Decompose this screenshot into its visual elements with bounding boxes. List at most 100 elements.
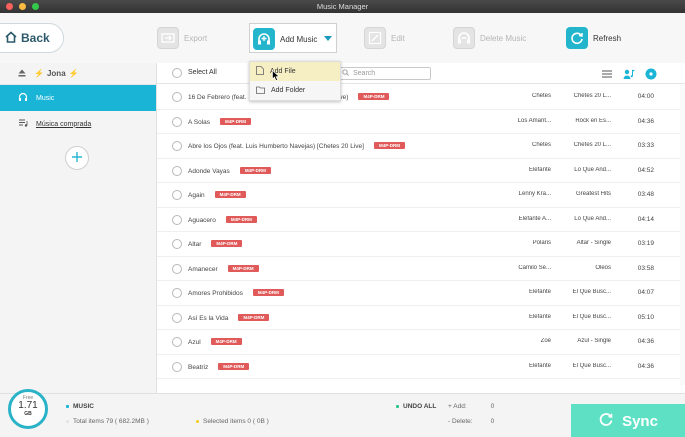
drm-badge: M4P-DRM	[214, 191, 246, 198]
edit-button[interactable]: Edit	[364, 13, 405, 63]
song-duration: 03:48	[637, 191, 654, 198]
sync-label: Sync	[622, 412, 658, 430]
chevron-down-icon[interactable]	[324, 36, 332, 41]
add-music-dropdown: Add File Add Folder	[249, 61, 341, 101]
add-playlist-button[interactable]	[65, 146, 89, 170]
song-artist: Elefante	[528, 289, 551, 295]
drm-badge: M4P-DRM	[252, 289, 284, 296]
headphones-icon	[18, 92, 28, 104]
song-duration: 04:36	[637, 338, 654, 345]
song-album: Lo Que And...	[574, 215, 611, 222]
song-title: Así Es la Vida M4P-DRM	[188, 313, 270, 322]
song-duration: 04:07	[637, 289, 654, 296]
list-scrollbar[interactable]	[680, 85, 685, 385]
storage-free-value: 1.71	[18, 400, 38, 411]
song-album: Lo Que And...	[574, 166, 611, 173]
refresh-label: Refresh	[593, 33, 622, 43]
row-checkbox[interactable]	[172, 141, 182, 151]
status-bar: Free 1.71 GB MUSIC Total items 79 ( 682.…	[0, 389, 685, 437]
delete-music-button[interactable]: Delete Music	[453, 13, 526, 63]
sidebar-item-purchased-music[interactable]: Música comprada	[0, 111, 156, 137]
song-title: Beatriz M4P-DRM	[188, 362, 250, 371]
lightning-icon: ⚡	[34, 69, 44, 78]
sidebar: ⚡ Jona ⚡ Music Música comprada	[0, 63, 157, 393]
song-list: 16 De Febrero (feat. live) M4P-DRM Chetes …	[157, 85, 685, 379]
song-artist: Elefante	[528, 166, 551, 173]
table-row[interactable]: Así Es la Vida M4P-DRM Elefante El Que Bu…	[157, 306, 685, 330]
row-checkbox[interactable]	[172, 165, 182, 176]
table-row[interactable]: Adonde Vayas M4P-DRM Elefante Lo Que And.…	[157, 159, 685, 183]
song-album: Chetes 20 L...	[573, 93, 611, 99]
delete-count: - Delete: 0	[448, 418, 495, 425]
export-icon	[157, 27, 179, 49]
row-checkbox[interactable]	[172, 239, 182, 249]
song-duration: 04:14	[637, 215, 654, 223]
total-dot	[66, 420, 69, 423]
table-row[interactable]: Abre los Ojos (feat. Luis Humberto Navej…	[157, 134, 685, 159]
song-album: El Que Busc...	[572, 362, 611, 369]
select-all-checkbox[interactable]	[172, 68, 182, 78]
song-duration: 03:19	[637, 240, 654, 247]
row-checkbox[interactable]	[172, 190, 182, 200]
search-input[interactable]: Search	[335, 67, 431, 80]
headphones-minus-icon	[453, 27, 475, 49]
drm-badge: M4P-DRM	[211, 240, 243, 247]
table-row[interactable]: Again M4P-DRM Lenny Kra... Greatest Hits …	[157, 183, 685, 208]
export-button[interactable]: Export	[157, 13, 207, 63]
plus-icon	[71, 151, 83, 165]
undo-all-button[interactable]: UNDO ALL	[396, 403, 436, 410]
add-folder-menu-item[interactable]: Add Folder	[250, 81, 340, 100]
song-artist: Elefante	[528, 313, 551, 320]
row-checkbox[interactable]	[172, 312, 182, 323]
add-file-menu-item[interactable]: Add File	[250, 62, 340, 81]
song-title: Altar M4P-DRM	[188, 240, 243, 248]
selected-dot	[196, 420, 199, 423]
list-header: Select All Search	[157, 63, 685, 84]
table-row[interactable]: Amores Prohibidos M4P-DRM Elefante El Que…	[157, 281, 685, 306]
table-row[interactable]: Altar M4P-DRM Polaris Altar - Single 03:1…	[157, 232, 685, 257]
row-checkbox[interactable]	[172, 288, 182, 298]
export-label: Export	[184, 33, 208, 43]
title-bar: Music Manager	[0, 0, 685, 13]
song-artist: Los Amant...	[517, 117, 551, 124]
song-title: Adonde Vayas M4P-DRM	[188, 166, 271, 175]
table-row[interactable]: Beatriz M4P-DRM Elefante El Que Busc... 0…	[157, 355, 685, 379]
artist-filter-icon[interactable]	[622, 67, 636, 81]
category-dot	[66, 405, 69, 408]
maximize-window-button[interactable]	[32, 3, 39, 10]
file-icon	[256, 66, 264, 77]
drm-badge: M4P-DRM	[218, 362, 250, 370]
row-checkbox[interactable]	[172, 92, 182, 102]
minimize-window-button[interactable]	[19, 3, 26, 10]
album-view-icon[interactable]	[644, 67, 658, 81]
table-row[interactable]: Aguacero M4P-DRM Elefante A... Lo Que And…	[157, 208, 685, 232]
select-all-label[interactable]: Select All	[188, 69, 217, 76]
drm-badge: M4P-DRM	[239, 166, 271, 174]
add-music-button[interactable]: Add Music	[249, 23, 337, 53]
table-row[interactable]: Amanecer M4P-DRM Camilo Sé... Óleos 03:58	[157, 257, 685, 281]
back-button[interactable]: Back	[0, 23, 64, 53]
close-window-button[interactable]	[6, 3, 13, 10]
sidebar-item-music[interactable]: Music	[0, 85, 156, 111]
table-row[interactable]: A Solas M4P-DRM Los Amant... Rock en Es..…	[157, 110, 685, 134]
window-title: Music Manager	[316, 2, 369, 11]
add-count: + Add: 0	[448, 403, 495, 410]
row-checkbox[interactable]	[172, 116, 182, 127]
eject-icon[interactable]	[18, 69, 26, 79]
search-placeholder: Search	[353, 70, 376, 77]
row-checkbox[interactable]	[172, 263, 182, 274]
edit-label: Edit	[391, 33, 405, 43]
refresh-button[interactable]: Refresh	[566, 13, 621, 63]
delete-music-label: Delete Music	[480, 33, 527, 43]
row-checkbox[interactable]	[172, 361, 182, 372]
list-view-icon[interactable]	[600, 67, 614, 81]
table-row[interactable]: Azul M4P-DRM Zoé Azul - Single 04:36	[157, 330, 685, 355]
sync-button[interactable]: Sync	[571, 404, 685, 437]
table-row[interactable]: 16 De Febrero (feat. live) M4P-DRM Chetes …	[157, 85, 685, 110]
row-checkbox[interactable]	[172, 337, 182, 347]
add-music-label: Add Music	[280, 34, 318, 44]
device-row[interactable]: ⚡ Jona ⚡	[0, 63, 156, 85]
row-checkbox[interactable]	[172, 214, 182, 225]
mouse-cursor-icon	[272, 69, 280, 83]
total-items: Total items 79 ( 682.2MB )	[66, 418, 149, 425]
